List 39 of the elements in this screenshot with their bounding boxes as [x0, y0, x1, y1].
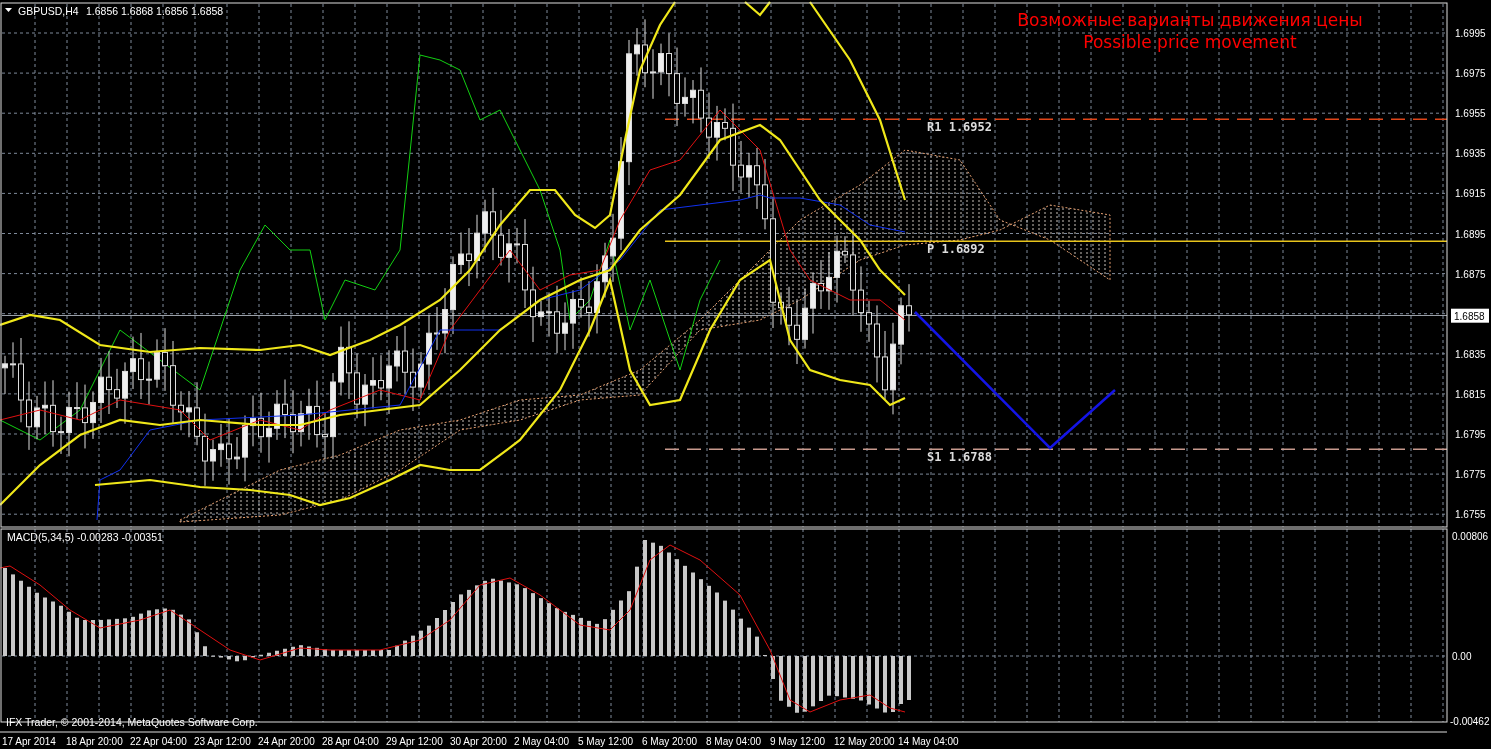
price-label: 1.6835 [1455, 348, 1486, 360]
indicator-label: MACD(5,34,5) -0.00283 -0.00351 [7, 531, 163, 543]
level-label: S1 1.6788 [927, 450, 993, 464]
time-label: 22 Apr 04:00 [130, 736, 187, 747]
price-label: 1.6875 [1455, 268, 1486, 280]
time-label: 24 Apr 20:00 [258, 736, 315, 747]
symbol-label: GBPUSD,H4 [18, 5, 79, 17]
price-label: 1.6795 [1455, 429, 1486, 440]
price-label: 1.6955 [1455, 108, 1486, 120]
ohlc-values: 1.6856 1.6868 1.6856 1.6858 [86, 5, 224, 17]
time-label: 23 Apr 12:00 [194, 736, 251, 747]
time-label: 29 Apr 12:00 [386, 736, 443, 747]
price-label: 1.6975 [1455, 68, 1486, 80]
indicator-axis-label: 0.00806 [1452, 531, 1489, 542]
time-label: 18 Apr 20:00 [66, 736, 123, 747]
price-label: 1.6935 [1455, 148, 1486, 160]
chart-annotation: Possible price movement [1083, 32, 1297, 52]
time-label: 30 Apr 20:00 [450, 736, 507, 747]
time-label: 12 May 20:00 [834, 736, 895, 747]
price-label: 1.6995 [1455, 28, 1486, 39]
time-label: 9 May 12:00 [770, 736, 826, 747]
copyright-text: IFX Trader, © 2001-2014, MetaQuotes Software Corp. [6, 716, 258, 728]
level-label: P 1.6892 [927, 242, 985, 256]
level-label: R1 1.6952 [927, 120, 993, 134]
time-label: 14 May 04:00 [898, 736, 959, 747]
price-label: 1.6775 [1455, 469, 1486, 481]
time-label: 5 May 12:00 [578, 736, 634, 747]
time-label: 2 May 04:00 [514, 736, 570, 747]
indicator-axis-label: -0.00462 [1450, 716, 1490, 727]
indicator-axis-label: 0.00 [1452, 651, 1472, 662]
time-label: 8 May 04:00 [706, 736, 762, 747]
price-label: 1.6815 [1455, 388, 1486, 400]
chart-annotation: Возможные варианты движения цены [1017, 10, 1363, 30]
price-label: 1.6755 [1455, 509, 1486, 521]
price-label: 1.6895 [1455, 228, 1486, 240]
time-label: 17 Apr 2014 [2, 736, 56, 747]
price-label: 1.6915 [1455, 188, 1486, 200]
time-label: 6 May 20:00 [642, 736, 698, 747]
time-label: 28 Apr 04:00 [322, 736, 379, 747]
